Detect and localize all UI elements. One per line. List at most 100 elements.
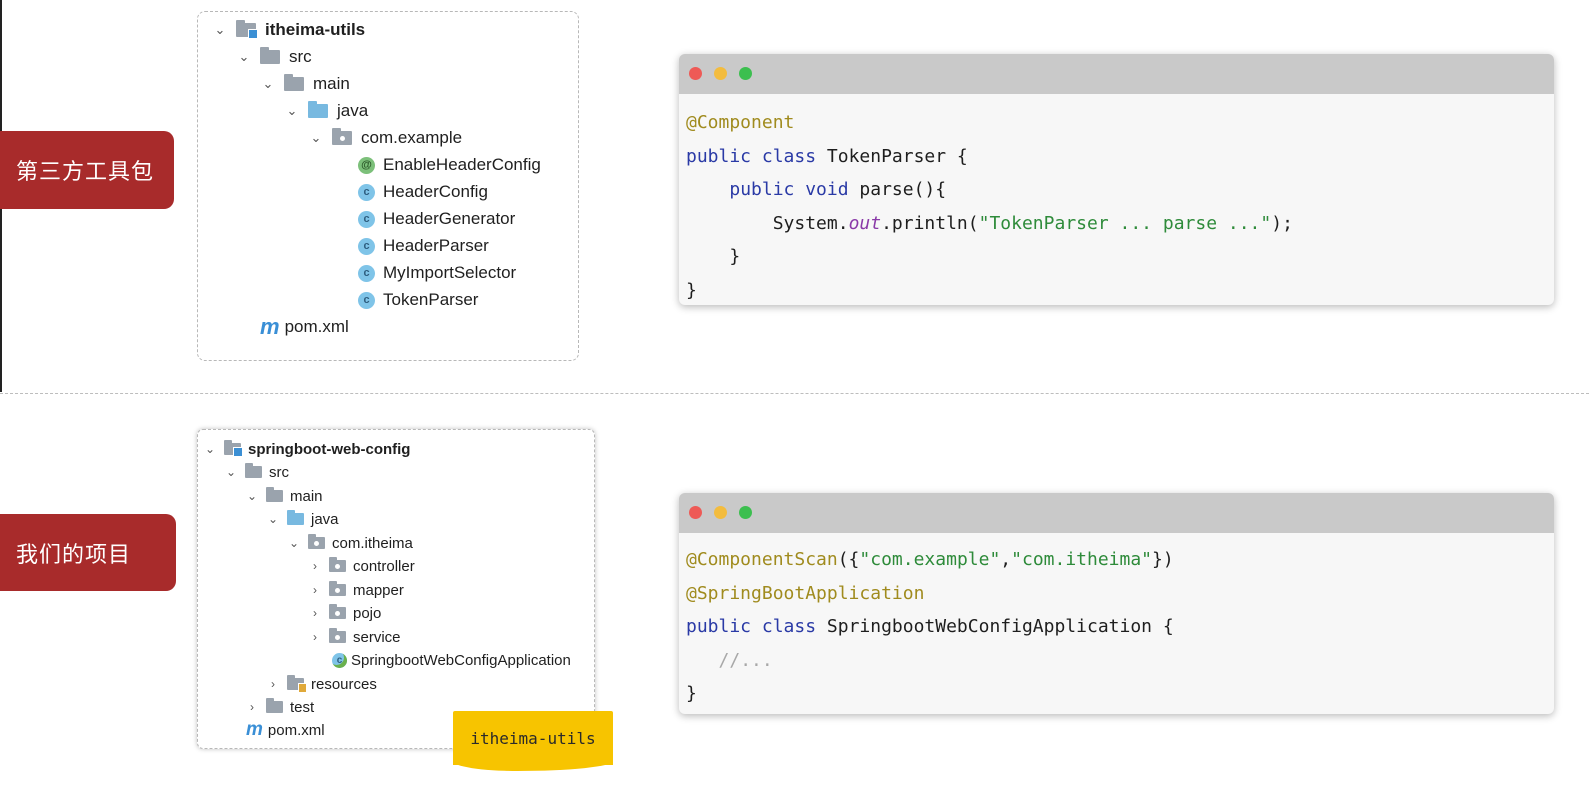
class-icon: c bbox=[358, 291, 375, 309]
code-line: public class TokenParser { bbox=[686, 145, 968, 167]
tree-label: pom.xml bbox=[267, 721, 325, 739]
package-icon bbox=[329, 628, 346, 643]
tree-row-resources[interactable]: › resources bbox=[265, 673, 377, 695]
close-dot-icon bbox=[689, 506, 702, 519]
tree-label: HeaderGenerator bbox=[383, 209, 516, 228]
section-divider bbox=[0, 393, 1589, 394]
minimize-dot-icon bbox=[714, 67, 727, 80]
tree-row-file[interactable]: c HeaderParser bbox=[358, 233, 489, 259]
tree-row-file[interactable]: c HeaderGenerator bbox=[358, 206, 515, 232]
tree-label: HeaderParser bbox=[383, 236, 489, 255]
tree-label: HeaderConfig bbox=[383, 182, 488, 201]
tree-row-package[interactable]: ⌄ com.example bbox=[306, 125, 462, 151]
tree-row-project[interactable]: ⌄ itheima-utils bbox=[210, 17, 365, 43]
code-line: @ComponentScan({"com.example","com.ithei… bbox=[686, 549, 1174, 570]
chevron-right-icon[interactable]: › bbox=[307, 583, 323, 597]
tree-row-service[interactable]: › service bbox=[307, 626, 401, 648]
chevron-right-icon[interactable]: › bbox=[265, 677, 281, 691]
code-window-token-parser: @Component public class TokenParser { pub… bbox=[679, 54, 1554, 305]
package-icon bbox=[329, 604, 346, 619]
tree-row-app-class[interactable]: c SpringbootWebConfigApplication bbox=[332, 649, 571, 671]
chevron-down-icon[interactable]: ⌄ bbox=[202, 442, 218, 456]
tree-row-java[interactable]: ⌄ java bbox=[265, 508, 339, 530]
maximize-dot-icon bbox=[739, 67, 752, 80]
chevron-down-icon[interactable]: ⌄ bbox=[223, 465, 239, 479]
chevron-down-icon[interactable]: ⌄ bbox=[306, 130, 326, 146]
project-folder-icon bbox=[236, 20, 258, 39]
tree-row-main[interactable]: ⌄ main bbox=[258, 71, 350, 97]
code-line: @SpringBootApplication bbox=[686, 582, 925, 604]
chevron-right-icon[interactable]: › bbox=[244, 700, 260, 714]
tree-row-pom[interactable]: m pom.xml bbox=[246, 719, 325, 741]
chevron-down-icon[interactable]: ⌄ bbox=[282, 103, 302, 119]
folder-icon bbox=[260, 47, 280, 64]
chevron-down-icon[interactable]: ⌄ bbox=[286, 536, 302, 550]
tree-label: SpringbootWebConfigApplication bbox=[351, 651, 571, 669]
chevron-down-icon[interactable]: ⌄ bbox=[234, 49, 254, 65]
tree-row-pojo[interactable]: › pojo bbox=[307, 602, 381, 624]
chevron-down-icon[interactable]: ⌄ bbox=[210, 22, 230, 38]
tree-label: EnableHeaderConfig bbox=[383, 155, 541, 174]
resources-folder-icon bbox=[287, 675, 307, 693]
third-party-tag: 第三方工具包 bbox=[0, 131, 174, 209]
folder-icon bbox=[266, 487, 283, 502]
tree-label: service bbox=[353, 628, 401, 646]
maven-icon: m bbox=[260, 314, 280, 339]
tree-row-file[interactable]: c MyImportSelector bbox=[358, 260, 516, 286]
tree-row-file[interactable]: c TokenParser bbox=[358, 287, 478, 313]
tree-label: main bbox=[313, 74, 350, 93]
tree-row-main[interactable]: ⌄ main bbox=[244, 485, 323, 507]
tree-row-controller[interactable]: › controller bbox=[307, 555, 415, 577]
tree-label: com.example bbox=[361, 128, 463, 147]
chevron-right-icon[interactable]: › bbox=[307, 606, 323, 620]
source-folder-icon bbox=[308, 101, 328, 118]
minimize-dot-icon bbox=[714, 506, 727, 519]
code-line: public class SpringbootWebConfigApplicat… bbox=[686, 616, 1174, 637]
chevron-down-icon[interactable]: ⌄ bbox=[244, 489, 260, 503]
tree-row-project[interactable]: ⌄ springboot-web-config bbox=[202, 438, 410, 460]
code-line: System.out.println("TokenParser ... pars… bbox=[772, 212, 1293, 234]
chevron-down-icon[interactable]: ⌄ bbox=[265, 512, 281, 526]
tree-row-package[interactable]: ⌄ com.itheima bbox=[286, 532, 413, 554]
package-icon bbox=[308, 534, 325, 549]
chevron-down-icon[interactable]: ⌄ bbox=[258, 76, 278, 92]
tree-label: com.itheima bbox=[332, 534, 413, 552]
maximize-dot-icon bbox=[739, 506, 752, 519]
spring-boot-class-icon: c bbox=[332, 652, 347, 668]
project-folder-icon bbox=[224, 440, 243, 457]
code-line: } bbox=[686, 279, 697, 301]
class-icon: c bbox=[358, 183, 375, 201]
code-line: //... bbox=[718, 649, 773, 671]
source-folder-icon bbox=[287, 510, 304, 525]
maven-icon: m bbox=[246, 719, 263, 740]
tree-label: MyImportSelector bbox=[383, 263, 517, 282]
tree-row-file[interactable]: @ EnableHeaderConfig bbox=[358, 152, 541, 178]
chevron-right-icon[interactable]: › bbox=[307, 630, 323, 644]
tree-row-mapper[interactable]: › mapper bbox=[307, 579, 404, 601]
tree-row-java[interactable]: ⌄ java bbox=[282, 98, 368, 124]
tree-row-pom[interactable]: m pom.xml bbox=[260, 314, 349, 340]
code-window-application: @ComponentScan({"com.example","com.ithei… bbox=[679, 493, 1554, 714]
tree-label: test bbox=[290, 698, 315, 716]
tree-label: controller bbox=[353, 557, 415, 575]
folder-icon bbox=[266, 698, 283, 713]
tree-row-src[interactable]: ⌄ src bbox=[234, 44, 312, 70]
tree-label: src bbox=[289, 47, 312, 66]
folder-icon bbox=[245, 463, 262, 478]
tree-row-file[interactable]: c HeaderConfig bbox=[358, 179, 488, 205]
project-name: itheima-utils bbox=[265, 20, 366, 39]
code-block: @Component public class TokenParser { pub… bbox=[686, 106, 1293, 305]
tree-row-src[interactable]: ⌄ src bbox=[223, 461, 289, 483]
window-titlebar bbox=[679, 54, 1554, 94]
tree-label: mapper bbox=[353, 581, 404, 599]
code-block: @ComponentScan({"com.example","com.ithei… bbox=[686, 543, 1174, 711]
window-titlebar bbox=[679, 493, 1554, 533]
project-tree-springboot-web-config: ⌄ springboot-web-config ⌄ src ⌄ main ⌄ j… bbox=[197, 429, 595, 749]
tree-row-test[interactable]: › test bbox=[244, 696, 314, 718]
package-icon bbox=[329, 581, 346, 596]
class-icon: c bbox=[358, 264, 375, 282]
code-line: public void parse(){ bbox=[729, 179, 947, 200]
tree-label: src bbox=[269, 463, 289, 481]
folder-icon bbox=[284, 74, 304, 91]
chevron-right-icon[interactable]: › bbox=[307, 559, 323, 573]
